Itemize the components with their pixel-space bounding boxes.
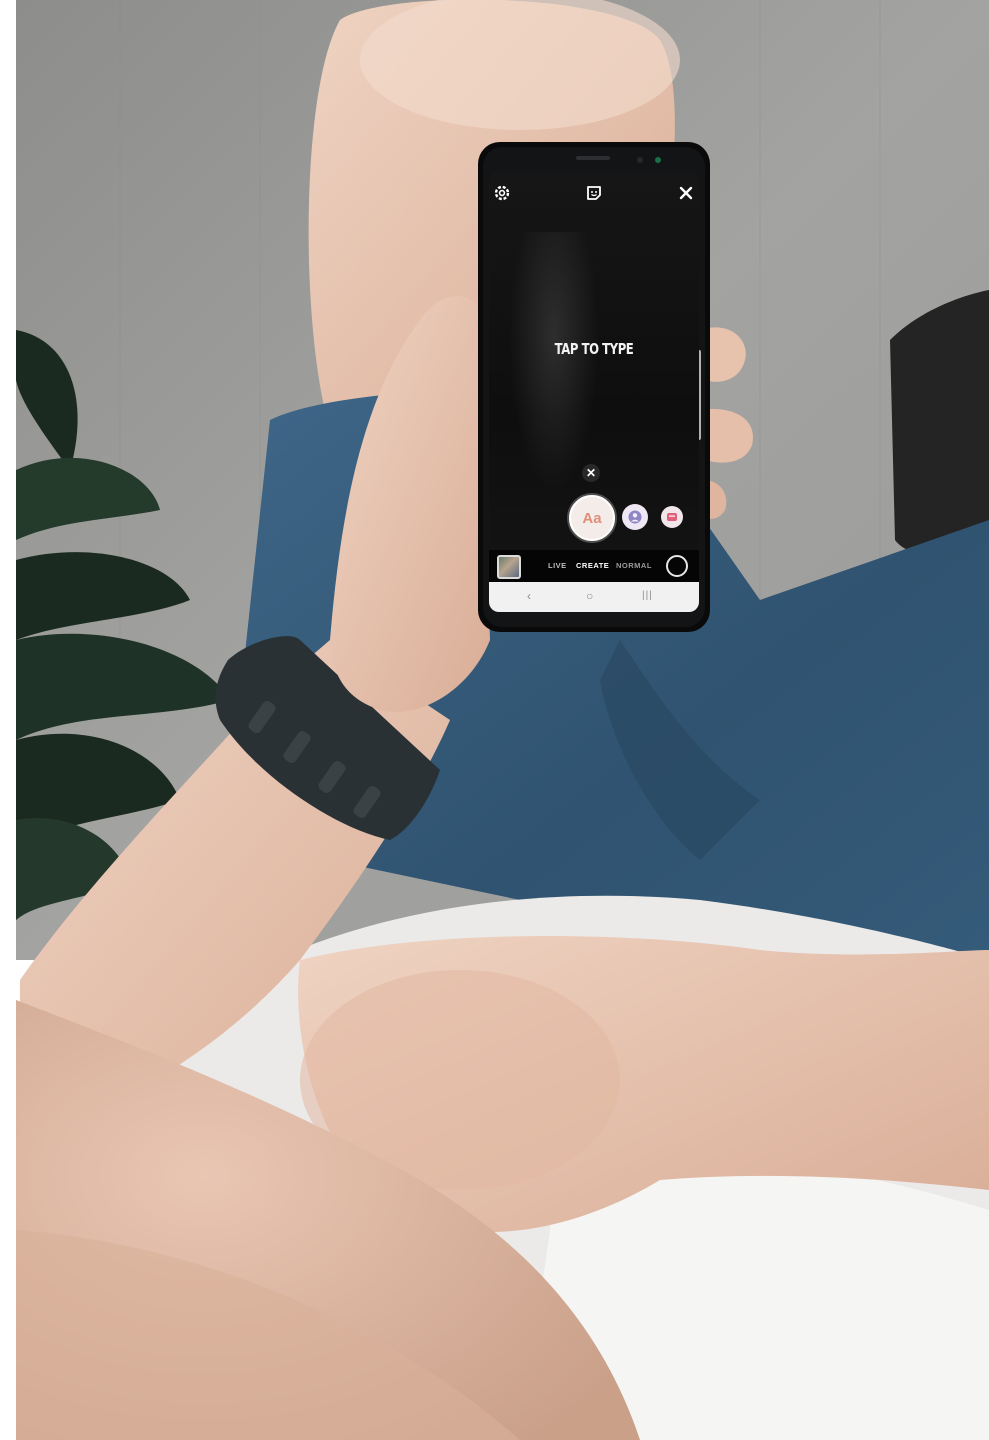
camera-mode-bar: LIVE CREATE NORMAL [489, 550, 699, 582]
mode-tab-normal[interactable]: NORMAL [616, 561, 652, 570]
gif-icon [667, 513, 677, 521]
mode-tab-create[interactable]: CREATE [576, 561, 609, 570]
dismiss-close-icon[interactable]: ✕ [582, 464, 600, 482]
capture-button[interactable] [666, 555, 688, 577]
mode-tab-live[interactable]: LIVE [548, 561, 567, 570]
gallery-thumbnail[interactable] [497, 555, 521, 579]
text-mode-label: Aa [582, 509, 602, 527]
gear-icon[interactable] [491, 182, 513, 204]
android-nav-bar: ‹ ○ ||| [489, 582, 699, 612]
face-mode-button[interactable] [622, 504, 648, 530]
recent-apps-icon[interactable]: ||| [642, 588, 653, 604]
person-icon [628, 510, 642, 524]
close-icon[interactable] [675, 182, 697, 204]
home-circle-icon[interactable]: ○ [586, 588, 593, 604]
sticker-icon[interactable] [583, 182, 605, 204]
chevron-left-icon[interactable]: ‹ [527, 588, 531, 604]
phone-screen: TAP TO TYPE ✕ Aa LIVE CREATE NORMAL ‹ ○ … [489, 172, 699, 612]
text-mode-button[interactable]: Aa [569, 495, 615, 541]
tap-to-type-prompt[interactable]: TAP TO TYPE [512, 340, 676, 358]
gif-mode-button[interactable] [661, 506, 683, 528]
